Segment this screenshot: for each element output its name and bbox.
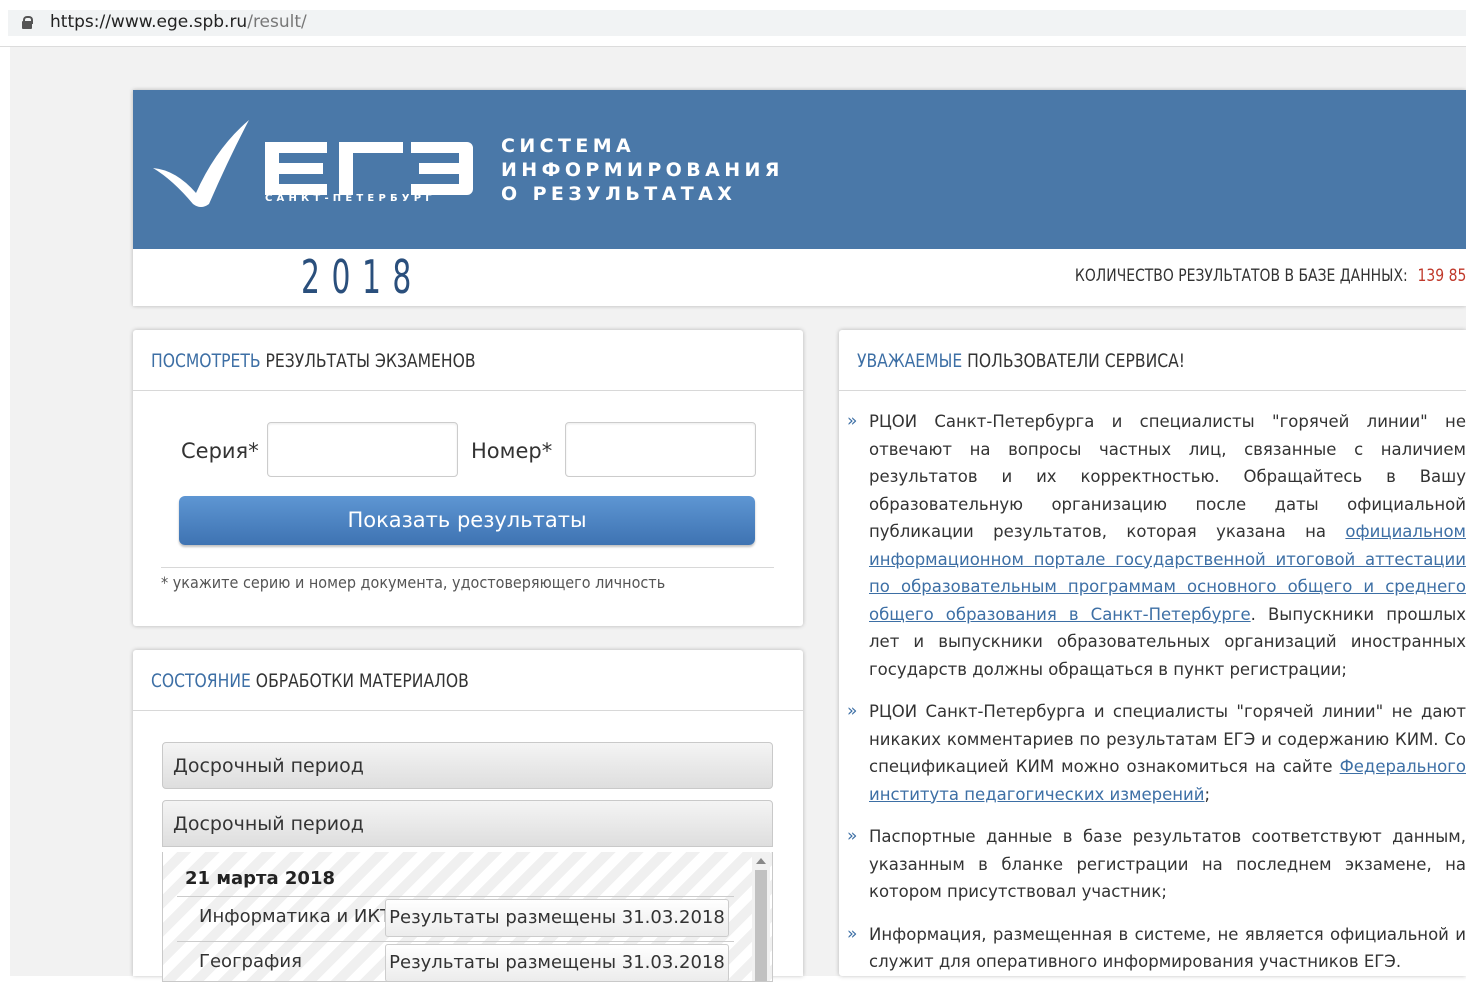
scroll-thumb[interactable] xyxy=(755,870,767,981)
results-panel-title: ПОСМОТРЕТЬ РЕЗУЛЬТАТЫ ЭКЗАМЕНОВ xyxy=(133,330,803,391)
results-count-label: КОЛИЧЕСТВО РЕЗУЛЬТАТОВ В БАЗЕ ДАННЫХ: xyxy=(1074,266,1408,286)
scroll-up-arrow-icon[interactable] xyxy=(756,858,766,864)
notice-3-text: Паспортные данные в базе результатов соо… xyxy=(869,827,1466,901)
url-field[interactable]: https://www.ege.spb.ru/result/ xyxy=(8,10,1466,36)
url-host: https://www.ege.spb.ru xyxy=(50,12,248,32)
date-divider xyxy=(177,896,734,897)
bullet-icon: » xyxy=(847,923,858,944)
table-row-subject: География xyxy=(199,951,302,972)
site-header: САНКТ-ПЕТЕРБУРГ СИСТЕМА ИНФОРМИРОВАНИЯ О… xyxy=(133,90,1466,306)
form-divider xyxy=(161,567,774,568)
status-panel: СОСТОЯНИЕ ОБРАБОТКИ МАТЕРИАЛОВ Досрочный… xyxy=(133,650,803,982)
table-row-status: Результаты размещены 31.03.2018 xyxy=(385,944,729,981)
brand-line-2: ИНФОРМИРОВАНИЯ xyxy=(501,159,784,181)
accordion-early-period-open[interactable]: Досрочный период xyxy=(162,800,773,847)
year-label: 2018 xyxy=(301,250,423,304)
url-text[interactable]: https://www.ege.spb.ru/result/ xyxy=(50,12,307,32)
notice-list: » РЦОИ Санкт-Петербурга и специалисты "го… xyxy=(839,408,1466,991)
logo-city: САНКТ-ПЕТЕРБУРГ xyxy=(265,193,436,204)
accordion-body: 21 марта 2018 Информатика и ИКТ Результа… xyxy=(162,852,773,982)
results-title-highlight: ПОСМОТРЕТЬ xyxy=(151,350,261,372)
table-row-subject: Информатика и ИКТ xyxy=(199,906,392,927)
results-panel: ПОСМОТРЕТЬ РЕЗУЛЬТАТЫ ЭКЗАМЕНОВ Серия* Н… xyxy=(133,330,803,626)
browser-address-bar: https://www.ege.spb.ru/result/ xyxy=(0,0,1466,47)
list-item: » Паспортные данные в базе результатов со… xyxy=(839,823,1466,906)
status-title-rest: ОБРАБОТКИ МАТЕРИАЛОВ xyxy=(255,670,469,692)
exam-date: 21 марта 2018 xyxy=(185,868,336,889)
notice-title-rest: ПОЛЬЗОВАТЕЛИ СЕРВИСА! xyxy=(967,350,1186,372)
header-banner: САНКТ-ПЕТЕРБУРГ СИСТЕМА ИНФОРМИРОВАНИЯ О… xyxy=(133,90,1466,249)
brand-line-3: О РЕЗУЛЬТАТАХ xyxy=(501,183,737,205)
notice-title-highlight: УВАЖАЕМЫЕ xyxy=(857,350,963,372)
list-item: » РЦОИ Санкт-Петербурга и специалисты "го… xyxy=(839,408,1466,683)
brand-line-1: СИСТЕМА xyxy=(501,135,636,157)
brand-text: СИСТЕМА ИНФОРМИРОВАНИЯ О РЕЗУЛЬТАТАХ xyxy=(501,134,784,206)
form-note: * укажите серию и номер документа, удост… xyxy=(161,573,666,592)
bullet-icon: » xyxy=(847,701,858,721)
show-results-button[interactable]: Показать результаты xyxy=(179,496,755,545)
series-label: Серия* xyxy=(181,439,259,463)
table-row-status: Результаты размещены 31.03.2018 xyxy=(385,899,729,937)
results-title-rest: РЕЗУЛЬТАТЫ ЭКЗАМЕНОВ xyxy=(265,350,476,372)
bullet-icon: » xyxy=(847,411,858,431)
notice-4-text: Информация, размещенная в системе, не яв… xyxy=(869,924,1466,972)
scrollbar[interactable] xyxy=(752,852,770,981)
notice-panel: УВАЖАЕМЫЕ ПОЛЬЗОВАТЕЛИ СЕРВИСА! » РЦОИ Са… xyxy=(839,330,1466,976)
lock-icon xyxy=(22,16,33,29)
results-count-value: 139 85 xyxy=(1417,266,1466,286)
notice-2-text-b: ; xyxy=(1204,784,1211,804)
list-item: » РЦОИ Санкт-Петербурга и специалисты "го… xyxy=(839,698,1466,808)
status-panel-title: СОСТОЯНИЕ ОБРАБОТКИ МАТЕРИАЛОВ xyxy=(133,650,803,711)
notice-panel-title: УВАЖАЕМЫЕ ПОЛЬЗОВАТЕЛИ СЕРВИСА! xyxy=(839,330,1466,391)
accordion-early-period[interactable]: Досрочный период xyxy=(162,742,773,789)
results-count: КОЛИЧЕСТВО РЕЗУЛЬТАТОВ В БАЗЕ ДАННЫХ: 139… xyxy=(1075,266,1466,286)
list-item: » Информация, размещенная в системе, не я… xyxy=(839,921,1466,976)
row-divider xyxy=(177,941,734,942)
url-path: /result/ xyxy=(247,12,307,32)
number-label: Номер* xyxy=(471,439,553,463)
bullet-icon: » xyxy=(847,826,858,846)
status-title-highlight: СОСТОЯНИЕ xyxy=(151,670,251,692)
number-input[interactable] xyxy=(565,422,756,477)
series-input[interactable] xyxy=(267,422,458,477)
